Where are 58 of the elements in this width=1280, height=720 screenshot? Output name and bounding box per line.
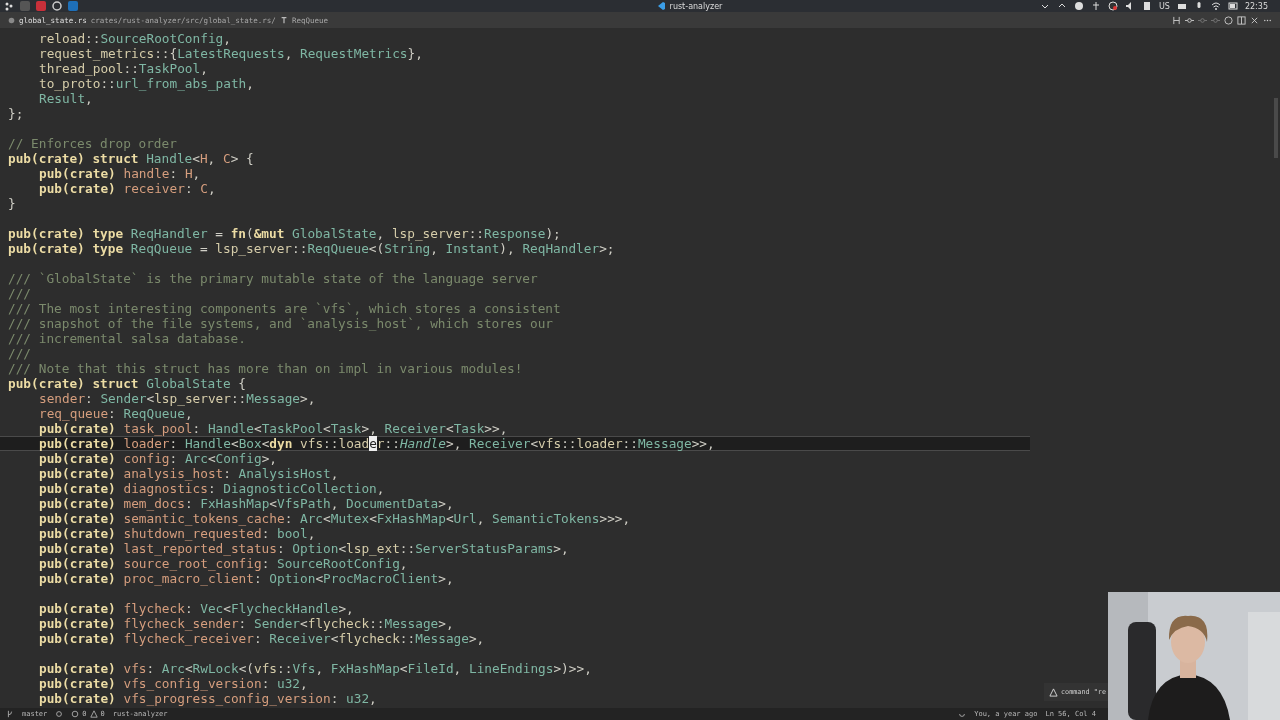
code-line: pub(crate) analysis_host: AnalysisHost, <box>38 466 339 481</box>
code-line: pub(crate) proc_macro_client: Option<ProcMacroClient>, <box>38 571 454 586</box>
wifi-icon <box>1210 1 1221 11</box>
code-line: // Enforces drop order <box>8 136 177 151</box>
code-line: pub(crate) last_reported_status: Option<lsp_ext::ServerStatusParams>, <box>38 541 569 556</box>
terminal-icon[interactable] <box>20 1 30 11</box>
circle-icon <box>1224 15 1233 25</box>
code-line: pub(crate) flycheck: Vec<FlycheckHandle>, <box>38 601 354 616</box>
code-line: /// snapshot of the file systems, and `analysis_host`, which stores our <box>8 316 553 331</box>
code-line: pub(crate) task_pool: Handle<TaskPool<Task>, Receiver<Task>>, <box>38 421 508 436</box>
code-line: /// Note that this struct has more than on impl in various modules! <box>8 361 523 376</box>
code-line: reload::SourceRootConfig, <box>38 31 231 46</box>
code-line: pub(crate) mem_docs: FxHashMap<VfsPath, DocumentData>, <box>38 496 454 511</box>
code-line: pub(crate) vfs: Arc<RwLock<(vfs::Vfs, FxHashMap<FileId, LineEndings>)>>, <box>38 661 592 676</box>
split-editor-icon <box>1237 15 1246 25</box>
code-line: pub(crate) flycheck_receiver: Receiver<flycheck::Message>, <box>38 631 485 646</box>
code-line: } <box>8 196 16 211</box>
code-line: pub(crate) vfs_progress_config_version: u32, <box>38 691 377 706</box>
commit-icon <box>1185 15 1194 25</box>
type-symbol-icon <box>279 16 288 24</box>
code-line: Result, <box>38 91 93 106</box>
code-line: pub(crate) handle: H, <box>38 166 201 181</box>
code-line: pub(crate) shutdown_requested: bool, <box>38 526 316 541</box>
code-line: sender: Sender<lsp_server::Message>, <box>38 391 316 406</box>
code-line: req_queue: ReqQueue, <box>38 406 193 421</box>
code-line: /// <box>8 346 32 361</box>
code-line: pub(crate) diagnostics: DiagnosticCollection, <box>38 481 385 496</box>
code-line: pub(crate) struct Handle<H, C> { <box>8 151 254 166</box>
launcher-icon <box>4 1 14 11</box>
browser-icon[interactable] <box>36 1 46 11</box>
warning-icon <box>1049 687 1058 697</box>
commit-icon <box>1211 15 1220 25</box>
code-line: pub(crate) config: Arc<Config>, <box>38 451 277 466</box>
code-line: request_metrics::{LatestRequests, RequestMetrics}, <box>38 46 423 61</box>
code-line: thread_pool::TaskPool, <box>38 61 208 76</box>
clock: 22:35 <box>1244 1 1268 11</box>
code-line: pub(crate) receiver: C, <box>38 181 216 196</box>
window-title: rust-analyzer <box>669 1 723 11</box>
battery-icon <box>1227 1 1238 11</box>
code-line: pub(crate) source_root_config: SourceRootConfig, <box>38 556 408 571</box>
code-line: pub(crate) type ReqHandler = fn(&mut GlobalState, lsp_server::Response); <box>8 226 561 241</box>
keyboard-layout[interactable]: US <box>1159 1 1170 11</box>
code-line: pub(crate) vfs_config_version: u32, <box>38 676 308 691</box>
code-line: pub(crate) type ReqQueue = lsp_server::ReqQueue<(String, Instant), ReqHandler>; <box>8 241 615 256</box>
code-line: /// incremental salsa database. <box>8 331 246 346</box>
code-line: /// <box>8 286 32 301</box>
code-line: pub(crate) struct GlobalState { <box>8 376 246 391</box>
code-line: to_proto::url_from_abs_path, <box>38 76 254 91</box>
code-line: /// `GlobalState` is the primary mutable state of the language server <box>8 271 538 286</box>
branch-icon <box>6 710 14 718</box>
file-icon <box>8 16 15 24</box>
editor-icon[interactable] <box>68 1 78 11</box>
code-line: /// The most interesting components are `vfs`, which stores a consistent <box>8 301 561 316</box>
warning-icon <box>89 710 98 718</box>
code-line: pub(crate) semantic_tokens_cache: Arc<Mutex<FxHashMap<Url, SemanticTokens>>>, <box>38 511 631 526</box>
commit-icon <box>1198 15 1207 25</box>
code-line: pub(crate) flycheck_sender: Sender<flycheck::Message>, <box>38 616 454 631</box>
code-line: }; <box>8 106 24 121</box>
